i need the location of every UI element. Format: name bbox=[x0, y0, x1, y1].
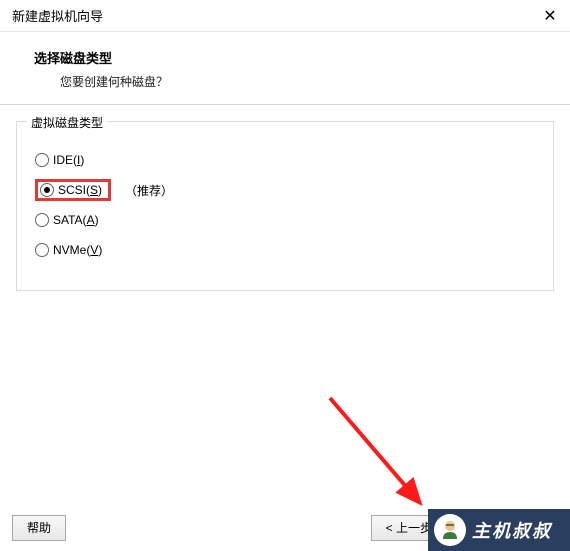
radio-icon bbox=[40, 183, 54, 197]
radio-ide[interactable]: IDE(I) bbox=[35, 150, 539, 170]
annotation-arrow-icon bbox=[320, 388, 450, 528]
group-label: 虚拟磁盘类型 bbox=[27, 114, 107, 131]
watermark-icon bbox=[434, 514, 466, 546]
watermark-badge: 主机叔叔 bbox=[428, 509, 570, 551]
radio-label: SCSI(S) bbox=[58, 183, 102, 197]
help-button[interactable]: 帮助 bbox=[12, 515, 66, 541]
wizard-header: 选择磁盘类型 您要创建何种磁盘？ bbox=[0, 32, 570, 104]
recommended-label: （推荐） bbox=[125, 182, 173, 199]
titlebar: 新建虚拟机向导 ✕ bbox=[0, 0, 570, 32]
radio-label: NVMe(V) bbox=[53, 243, 102, 257]
close-button[interactable]: ✕ bbox=[540, 6, 560, 26]
highlight-box: SCSI(S) bbox=[35, 179, 111, 201]
content-area: 虚拟磁盘类型 IDE(I) SCSI(S) （推荐） SATA(A) NVMe(… bbox=[0, 105, 570, 291]
page-subtitle: 您要创建何种磁盘？ bbox=[34, 73, 550, 90]
page-title: 选择磁盘类型 bbox=[34, 48, 550, 67]
radio-icon bbox=[35, 153, 49, 167]
radio-icon bbox=[35, 243, 49, 257]
radio-label: IDE(I) bbox=[53, 153, 84, 167]
window-title: 新建虚拟机向导 bbox=[12, 6, 103, 25]
watermark-text: 主机叔叔 bbox=[472, 517, 552, 543]
disk-type-group: 虚拟磁盘类型 IDE(I) SCSI(S) （推荐） SATA(A) NVMe(… bbox=[16, 121, 554, 291]
radio-nvme[interactable]: NVMe(V) bbox=[35, 240, 539, 260]
radio-sata[interactable]: SATA(A) bbox=[35, 210, 539, 230]
radio-label: SATA(A) bbox=[53, 213, 99, 227]
radio-scsi[interactable]: SCSI(S) （推荐） bbox=[35, 180, 539, 200]
radio-icon bbox=[35, 213, 49, 227]
